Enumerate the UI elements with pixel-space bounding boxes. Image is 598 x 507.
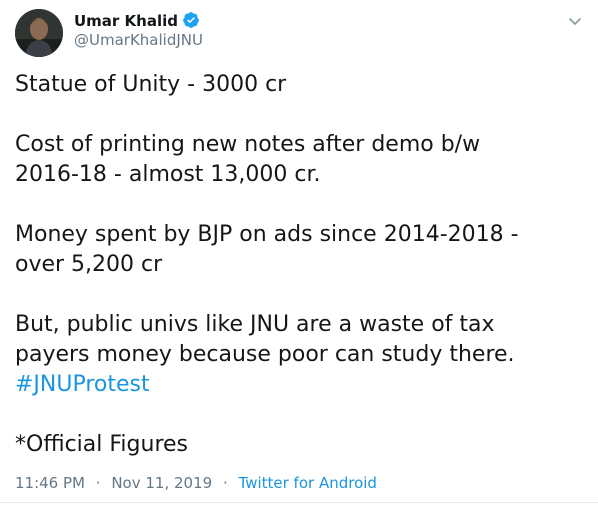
verified-badge-icon bbox=[182, 11, 200, 33]
avatar[interactable] bbox=[15, 9, 63, 57]
author-handle[interactable]: @UmarKhalidJNU bbox=[74, 31, 203, 49]
tweet-paragraph: Cost of printing new notes after demo b/… bbox=[15, 130, 585, 190]
tweet-line: payers money because poor can study ther… bbox=[15, 342, 515, 367]
meta-separator: · bbox=[222, 474, 228, 492]
divider bbox=[0, 502, 598, 503]
author-name[interactable]: Umar Khalid bbox=[74, 11, 200, 33]
tweet-meta: 11:46 PM · Nov 11, 2019 · Twitter for An… bbox=[15, 474, 377, 492]
tweet-line: Cost of printing new notes after demo b/… bbox=[15, 132, 481, 157]
tweet-line: Money spent by BJP on ads since 2014-201… bbox=[15, 222, 519, 247]
tweet-footnote: *Official Figures bbox=[15, 432, 189, 457]
meta-separator: · bbox=[95, 474, 101, 492]
tweet-source-link[interactable]: Twitter for Android bbox=[239, 474, 377, 492]
tweet-date[interactable]: Nov 11, 2019 bbox=[111, 474, 212, 492]
tweet-paragraph: Statue of Unity - 3000 cr bbox=[15, 70, 585, 100]
tweet-line: 2016-18 - almost 13,000 cr. bbox=[15, 162, 321, 187]
tweet-time[interactable]: 11:46 PM bbox=[15, 474, 85, 492]
tweet-paragraph: Money spent by BJP on ads since 2014-201… bbox=[15, 220, 585, 280]
author-name-text: Umar Khalid bbox=[74, 12, 178, 30]
tweet-line: But, public univs like JNU are a waste o… bbox=[15, 312, 495, 337]
avatar-image bbox=[15, 9, 63, 57]
tweet-text: Statue of Unity - 3000 cr Cost of printi… bbox=[15, 70, 585, 460]
chevron-down-icon[interactable] bbox=[566, 12, 584, 30]
tweet-card: Umar Khalid @UmarKhalidJNU Statue of Uni… bbox=[0, 0, 598, 507]
hashtag-link[interactable]: #JNUProtest bbox=[15, 372, 150, 397]
tweet-line: Statue of Unity - 3000 cr bbox=[15, 72, 287, 97]
tweet-line: over 5,200 cr bbox=[15, 252, 163, 277]
tweet-paragraph: But, public univs like JNU are a waste o… bbox=[15, 310, 585, 400]
